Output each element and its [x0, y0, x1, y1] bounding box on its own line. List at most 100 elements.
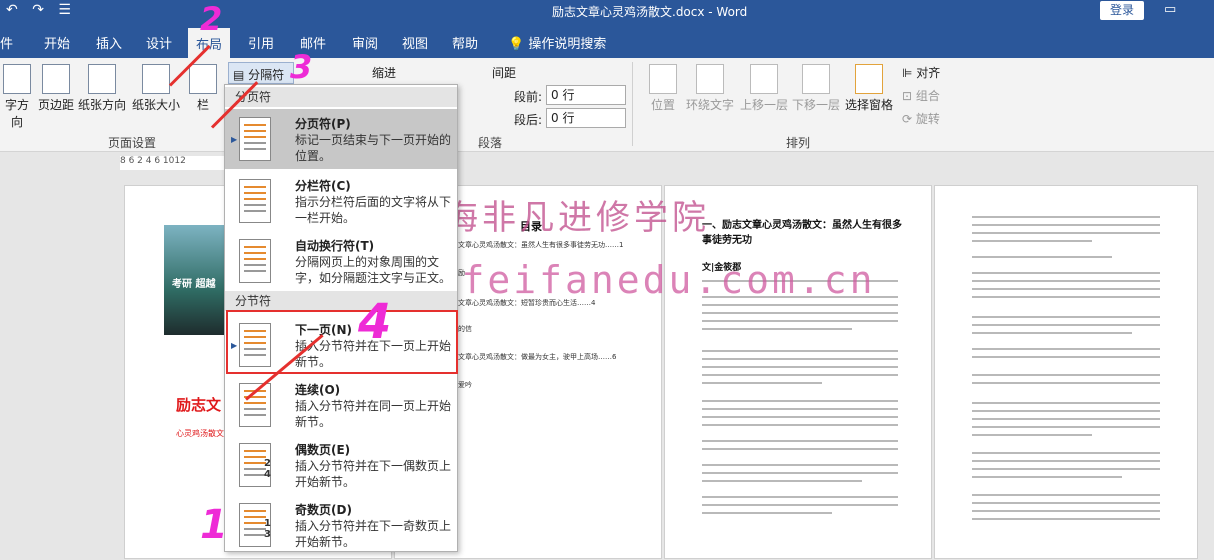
menu-item-even-page[interactable]: 2 4 偶数页(E) 插入分节符并在下一偶数页上开始新节。 — [225, 435, 457, 495]
text-line — [702, 358, 898, 360]
text-line — [702, 416, 898, 418]
text-line — [972, 224, 1160, 226]
margins-button[interactable]: 页边距 — [36, 64, 76, 113]
text-line — [972, 348, 1160, 350]
tab-home[interactable]: 开始 — [44, 33, 70, 52]
menu-item-text-wrapping[interactable]: 自动换行符(T) 分隔网页上的对象周围的文字，如分隔题注文字与正文。 — [225, 231, 457, 291]
orientation-label: 纸张方向 — [77, 98, 126, 112]
menu-item-title: 自动换行符(T) — [295, 239, 375, 253]
text-line — [972, 518, 1160, 520]
ribbon-divider — [632, 62, 633, 146]
space-after-label: 段后: — [514, 113, 543, 127]
columns-label: 栏 — [196, 98, 209, 112]
arrange-group-label: 排列 — [786, 136, 811, 150]
size-icon — [142, 64, 170, 94]
step-number-2: 2 — [200, 0, 223, 38]
menu-item-title: 分页符(P) — [295, 117, 351, 131]
group-icon: ⊡ — [902, 89, 913, 103]
wrap-text-icon — [696, 64, 724, 94]
text-direction-button[interactable]: 字方向 — [0, 64, 34, 130]
text-line — [702, 424, 898, 426]
text-line — [972, 280, 1160, 282]
send-backward-icon — [802, 64, 830, 94]
text-line — [972, 232, 1160, 234]
menu-item-odd-page[interactable]: 1 3 奇数页(D) 插入分节符并在下一奇数页上开始新节。 — [225, 495, 457, 555]
cover-image: 考研 超越 — [164, 225, 226, 335]
menu-item-title: 连续(O) — [295, 383, 341, 397]
text-line — [702, 408, 898, 410]
breaks-button[interactable]: ▤ 分隔符 ▾ — [228, 62, 294, 97]
send-backward-button[interactable]: 下移一层 — [790, 64, 842, 113]
menu-item-column-break[interactable]: 分栏符(C) 指示分栏符后面的文字将从下一栏开始。 — [225, 171, 457, 231]
text-line — [972, 382, 1160, 384]
step-number-1: 1 — [200, 502, 228, 548]
ribbon-display-icon[interactable]: ▭ — [1164, 2, 1176, 17]
text-line — [972, 332, 1132, 334]
text-line — [972, 418, 1160, 420]
text-line — [702, 512, 832, 514]
lightbulb-icon: 💡 — [508, 37, 525, 52]
menu-item-desc: 标记一页结束与下一页开始的位置。 — [295, 133, 452, 163]
text-line — [702, 350, 898, 352]
group-button[interactable]: ⊡ 组合 — [902, 87, 940, 104]
highlight-box — [226, 310, 458, 374]
position-icon — [649, 64, 677, 94]
text-line — [702, 400, 898, 402]
text-direction-icon — [3, 64, 31, 94]
login-button[interactable]: 登录 — [1100, 1, 1144, 20]
margins-icon — [42, 64, 70, 94]
page-breaks-header: 分页符 — [225, 87, 457, 107]
menu-item-desc: 指示分栏符后面的文字将从下一栏开始。 — [295, 195, 452, 225]
text-line — [972, 272, 1160, 274]
undo-icon[interactable]: ↶ — [6, 2, 18, 18]
text-line — [702, 328, 852, 330]
text-line — [972, 426, 1160, 428]
menu-item-title: 分栏符(C) — [295, 179, 351, 193]
text-line — [702, 312, 898, 314]
odd-page-icon: 1 3 — [239, 503, 271, 547]
menu-item-continuous[interactable]: 连续(O) 插入分节符并在同一页上开始新节。 — [225, 375, 457, 435]
redo-icon[interactable]: ↷ — [32, 2, 44, 18]
columns-button[interactable]: 栏 — [188, 64, 218, 113]
size-label: 纸张大小 — [131, 98, 180, 112]
size-button[interactable]: 纸张大小 — [130, 64, 182, 113]
text-direction-label: 字方向 — [4, 98, 29, 129]
wrap-text-button[interactable]: 环绕文字 — [684, 64, 736, 113]
pointer-icon: ▶ — [231, 135, 238, 144]
position-button[interactable]: 位置 — [644, 64, 682, 113]
tell-me-search[interactable]: 💡 操作说明搜索 — [508, 33, 606, 52]
orientation-button[interactable]: 纸张方向 — [76, 64, 128, 113]
text-line — [702, 374, 898, 376]
page-break-icon — [239, 117, 271, 161]
text-line — [972, 452, 1160, 454]
tab-review[interactable]: 审阅 — [352, 33, 378, 52]
tab-view[interactable]: 视图 — [402, 33, 428, 52]
rotate-button[interactable]: ⟳ 旋转 — [902, 110, 940, 127]
cover-title: 励志文 — [176, 396, 222, 414]
tab-help[interactable]: 帮助 — [452, 33, 478, 52]
tab-design[interactable]: 设计 — [146, 33, 172, 52]
bring-forward-icon — [750, 64, 778, 94]
tab-references[interactable]: 引用 — [248, 33, 274, 52]
horizontal-ruler[interactable]: 8 6 2 4 6 1012 — [120, 156, 230, 170]
menu-item-desc: 插入分节符并在下一奇数页上开始新节。 — [295, 519, 452, 549]
menu-item-desc: 分隔网页上的对象周围的文字，如分隔题注文字与正文。 — [295, 255, 452, 285]
align-button[interactable]: ⊫ 对齐 — [902, 64, 940, 81]
selection-pane-button[interactable]: 选择窗格 — [842, 64, 896, 113]
bring-forward-button[interactable]: 上移一层 — [738, 64, 790, 113]
text-line — [972, 502, 1160, 504]
group-label: 组合 — [915, 89, 940, 103]
even-page-icon-number: 2 4 — [264, 458, 271, 480]
tab-insert[interactable]: 插入 — [96, 33, 122, 52]
space-before-label: 段前: — [514, 90, 543, 104]
toc-entry: 的信 — [458, 325, 472, 333]
space-after-input[interactable]: 0 行 — [546, 108, 626, 128]
toc-entry: 爱吟 — [458, 381, 472, 389]
text-line — [972, 468, 1160, 470]
menu-item-page-break[interactable]: ▶ 分页符(P) 标记一页结束与下一页开始的位置。 — [225, 109, 457, 169]
text-line — [972, 374, 1160, 376]
space-before-input[interactable]: 0 行 — [546, 85, 626, 105]
customize-icon[interactable]: ☰ — [58, 2, 71, 18]
tab-file[interactable]: 件 — [0, 33, 13, 52]
rotate-icon: ⟳ — [902, 112, 913, 126]
